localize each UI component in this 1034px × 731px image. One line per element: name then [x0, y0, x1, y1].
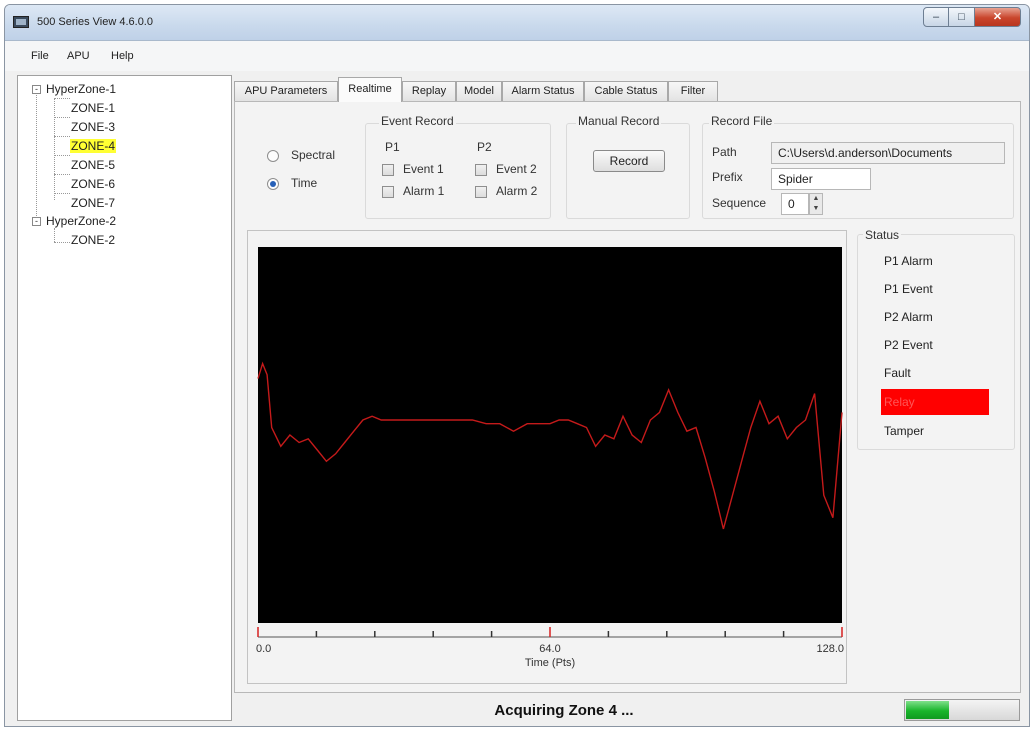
status-p1-event: P1 Event — [884, 282, 933, 296]
manual-record-title: Manual Record — [576, 114, 662, 128]
collapse-icon[interactable]: - — [32, 85, 41, 94]
tree-item-zone-5[interactable]: ZONE-5 — [71, 158, 115, 172]
maximize-button[interactable]: □ — [949, 7, 975, 27]
menu-apu[interactable]: APU — [67, 50, 90, 62]
tab-apu-parameters[interactable]: APU Parameters — [234, 81, 338, 101]
x-axis-major-ticks — [257, 627, 843, 637]
tree-connector — [54, 193, 70, 194]
tree-connector — [54, 98, 70, 99]
sequence-stepper[interactable]: ▲ ▼ — [809, 193, 823, 215]
tree-connector — [36, 92, 37, 216]
tab-filter[interactable]: Filter — [668, 81, 718, 101]
path-field[interactable]: C:\Users\d.anderson\Documents — [771, 142, 1005, 164]
x-tick-label-128: 128.0 — [816, 643, 844, 655]
record-button[interactable]: Record — [593, 150, 665, 172]
path-label: Path — [712, 145, 737, 159]
menu-bar: File APU Help — [5, 41, 1029, 71]
tree-connector — [54, 155, 70, 156]
alarm-1-label: Alarm 1 — [403, 184, 445, 198]
p1-label: P1 — [385, 140, 400, 154]
tree-connector — [54, 117, 70, 118]
plot-area — [258, 247, 842, 623]
time-radio[interactable] — [267, 178, 279, 190]
acquisition-progress — [904, 699, 1020, 721]
event-record-title: Event Record — [379, 114, 456, 128]
tree-connector — [54, 228, 55, 242]
tree-item-zone-7[interactable]: ZONE-7 — [71, 196, 115, 210]
status-p1-alarm: P1 Alarm — [884, 254, 933, 268]
record-file-title: Record File — [709, 114, 775, 128]
progress-fill — [906, 701, 949, 719]
spin-up-icon[interactable]: ▲ — [810, 194, 822, 204]
title-bar[interactable]: 500 Series View 4.6.0.0 – □ ✕ — [5, 5, 1029, 41]
tree-connector — [54, 98, 55, 200]
tree-item-zone-1[interactable]: ZONE-1 — [71, 101, 115, 115]
p2-label: P2 — [477, 140, 492, 154]
x-axis-label: Time (Pts) — [525, 657, 575, 669]
signal-chart-svg: 0.0 64.0 128.0 Time (Pts) — [256, 247, 844, 669]
minimize-icon: – — [932, 11, 940, 23]
tree-hyperzone-2[interactable]: HyperZone-2 — [46, 214, 116, 228]
status-message: Acquiring Zone 4 ... — [494, 702, 634, 719]
tree-item-zone-2[interactable]: ZONE-2 — [71, 233, 115, 247]
close-icon: ✕ — [992, 11, 1003, 23]
realtime-panel: Spectral Time Event Record P1 P2 Event 1… — [234, 101, 1021, 693]
x-tick-label-64: 64.0 — [539, 643, 560, 655]
status-p2-event: P2 Event — [884, 338, 933, 352]
window-controls: – □ ✕ — [923, 7, 1021, 27]
zone-tree: - HyperZone-1 ZONE-1 ZONE-3 ZONE-4 ZONE-… — [17, 75, 232, 721]
sequence-label: Sequence — [712, 196, 767, 210]
event-1-checkbox[interactable] — [382, 164, 394, 176]
status-bar: Acquiring Zone 4 ... — [234, 695, 1021, 725]
app-icon — [13, 16, 29, 28]
spectral-radio[interactable] — [267, 150, 279, 162]
tree-hyperzone-1[interactable]: HyperZone-1 — [46, 82, 116, 96]
maximize-icon: □ — [958, 11, 965, 23]
tab-replay[interactable]: Replay — [402, 81, 456, 101]
tree-connector — [54, 174, 70, 175]
spectral-label: Spectral — [291, 148, 336, 162]
status-fault: Fault — [884, 366, 911, 380]
app-window: 500 Series View 4.6.0.0 – □ ✕ File APU H… — [4, 4, 1030, 727]
alarm-1-checkbox[interactable] — [382, 186, 394, 198]
event-2-checkbox[interactable] — [475, 164, 487, 176]
prefix-label: Prefix — [712, 170, 743, 184]
signal-chart: 0.0 64.0 128.0 Time (Pts) — [247, 230, 847, 684]
time-label: Time — [291, 176, 318, 190]
close-button[interactable]: ✕ — [975, 7, 1021, 27]
tree-connector — [54, 242, 70, 243]
menu-help[interactable]: Help — [111, 50, 134, 62]
tab-model[interactable]: Model — [456, 81, 502, 101]
alarm-2-label: Alarm 2 — [496, 184, 538, 198]
event-1-label: Event 1 — [403, 162, 444, 176]
event-2-label: Event 2 — [496, 162, 537, 176]
tree-item-zone-3[interactable]: ZONE-3 — [71, 120, 115, 134]
collapse-icon[interactable]: - — [32, 217, 41, 226]
tab-realtime[interactable]: Realtime — [338, 77, 402, 102]
tab-alarm-status[interactable]: Alarm Status — [502, 81, 584, 101]
sequence-field[interactable]: 0 — [781, 193, 809, 215]
prefix-field[interactable]: Spider — [771, 168, 871, 190]
status-relay: Relay — [881, 389, 989, 415]
spin-down-icon[interactable]: ▼ — [810, 204, 822, 214]
tab-cable-status[interactable]: Cable Status — [584, 81, 668, 101]
tree-item-zone-6[interactable]: ZONE-6 — [71, 177, 115, 191]
status-p2-alarm: P2 Alarm — [884, 310, 933, 324]
window-title: 500 Series View 4.6.0.0 — [37, 16, 153, 28]
x-tick-label-0: 0.0 — [256, 643, 271, 655]
status-title: Status — [863, 228, 902, 242]
minimize-button[interactable]: – — [923, 7, 949, 27]
alarm-2-checkbox[interactable] — [475, 186, 487, 198]
status-tamper: Tamper — [884, 424, 925, 438]
menu-file[interactable]: File — [31, 50, 49, 62]
tree-connector — [54, 136, 70, 137]
tree-item-zone-4[interactable]: ZONE-4 — [70, 139, 117, 153]
